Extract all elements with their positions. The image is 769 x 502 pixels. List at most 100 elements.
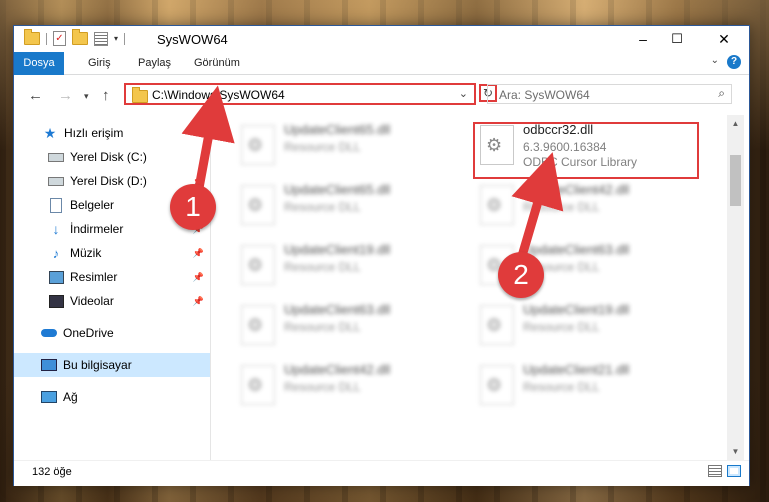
sidebar-item-videos[interactable]: Videolar 📌 [14,289,210,313]
sidebar-item-label: Bu bilgisayar [63,358,132,372]
large-icons-view-icon[interactable] [727,465,741,477]
sidebar-item-label: Yerel Disk (C:) [70,150,147,164]
file-type: Resource DLL [284,140,361,154]
tab-view[interactable]: Görünüm [194,52,240,74]
up-button[interactable]: ↑ [102,87,110,104]
expand-ribbon-chevron-icon[interactable]: ⌄ [711,55,719,66]
file-item[interactable]: UpdateClient21.dll Resource DLL [472,355,704,411]
file-item[interactable]: UpdateClient65.dll Resource DLL [233,175,465,231]
search-box[interactable]: ⌕ [487,84,732,104]
dll-file-icon [241,185,275,225]
file-item[interactable]: UpdateClient63.dll Resource DLL [233,295,465,351]
pin-icon[interactable]: 📌 [193,248,204,259]
customize-toolbar-chevron-icon[interactable]: ▾ [114,34,118,43]
search-icon[interactable]: ⌕ [718,86,725,101]
drive-icon [48,174,64,188]
dll-file-icon [480,365,514,405]
sidebar-item-label: Ağ [63,390,78,404]
item-count: 132 öğe [32,466,72,478]
video-icon [48,294,64,308]
address-dropdown-chevron-icon[interactable]: ⌄ [459,87,468,100]
address-bar[interactable]: C:\Windows\SysWOW64 ⌄ [124,83,476,105]
file-type: Resource DLL [523,200,600,214]
ribbon-tabs: Dosya Giriş Paylaş Görünüm ⌄ ? [14,52,749,108]
vertical-scrollbar[interactable]: ▲ ▼ [727,115,744,460]
help-icon[interactable]: ? [727,55,741,69]
sidebar-item-label: Hızlı erişim [64,126,124,140]
status-bar: 132 öğe [14,460,749,486]
sidebar-item-local-disk-c[interactable]: Yerel Disk (C:) [14,145,210,169]
file-item[interactable]: UpdateClient65.dll Resource DLL [233,115,465,171]
address-path[interactable]: C:\Windows\SysWOW64 [152,88,285,102]
sidebar-item-onedrive[interactable]: OneDrive [14,321,210,345]
file-name: UpdateClient19.dll [523,302,630,317]
file-name: UpdateClient65.dll [284,122,391,137]
sidebar-item-this-pc[interactable]: Bu bilgisayar [14,353,210,377]
step-two-badge: 2 [498,252,544,298]
sidebar-item-label: OneDrive [63,326,114,340]
new-folder-icon[interactable] [72,29,88,45]
file-name: UpdateClient21.dll [523,362,630,377]
sidebar-item-label: Belgeler [70,198,115,212]
folder-icon [24,29,40,45]
file-item[interactable]: UpdateClient19.dll Resource DLL [233,235,465,291]
pin-icon[interactable]: 📌 [193,272,204,283]
file-explorer-window: ✓ ▾ SysWOW64 – ☐ ✕ Dosya Giriş Paylaş Gö… [13,25,750,486]
scroll-up-arrow-icon[interactable]: ▲ [727,115,744,132]
navigation-pane: ★ Hızlı erişim Yerel Disk (C:) Yerel Dis… [14,115,210,460]
search-input[interactable] [497,86,701,104]
close-button[interactable]: ✕ [701,26,747,52]
computer-icon [41,358,57,372]
step-one-badge: 1 [170,184,216,230]
recent-locations-chevron-icon[interactable]: ▾ [84,91,89,102]
dll-file-icon [241,245,275,285]
dll-file-icon [480,185,514,225]
file-name: UpdateClient19.dll [284,242,391,257]
file-item[interactable]: UpdateClient42.dll Resource DLL [472,175,704,231]
music-icon: ♪ [52,245,60,261]
quick-access-toolbar: ✓ ▾ [24,29,126,46]
file-name: UpdateClient42.dll [284,362,391,377]
sidebar-item-label: Videolar [70,294,114,308]
target-file-highlight [473,122,699,179]
file-item[interactable]: UpdateClient42.dll Resource DLL [233,355,465,411]
sidebar-item-network[interactable]: Ağ [14,385,210,409]
scroll-down-arrow-icon[interactable]: ▼ [727,443,744,460]
download-icon: ↓ [52,221,60,237]
file-item[interactable]: UpdateClient19.dll Resource DLL [472,295,704,351]
forward-button[interactable]: → [58,87,73,104]
title-bar: ✓ ▾ SysWOW64 – ☐ ✕ [14,26,749,52]
dll-file-icon [241,305,275,345]
network-icon [41,390,57,404]
maximize-button[interactable]: ☐ [654,26,700,52]
scrollbar-thumb[interactable] [730,155,741,206]
pin-icon[interactable]: 📌 [193,296,204,307]
dll-file-icon [241,365,275,405]
file-type: Resource DLL [284,320,361,334]
drive-icon [48,150,64,164]
file-type: Resource DLL [523,320,600,334]
file-name: UpdateClient63.dll [284,302,391,317]
sidebar-item-quick-access[interactable]: ★ Hızlı erişim [14,121,210,145]
sidebar-item-pictures[interactable]: Resimler 📌 [14,265,210,289]
file-name: UpdateClient65.dll [284,182,391,197]
sidebar-item-label: İndirmeler [70,222,124,236]
navigation-bar: ← → ▾ ↑ C:\Windows\SysWOW64 ⌄ ↻ ⌕ [14,75,749,115]
tab-share[interactable]: Paylaş [138,52,171,74]
file-name: UpdateClient63.dll [523,242,630,257]
back-button[interactable]: ← [28,87,43,104]
sidebar-item-label: Yerel Disk (D:) [70,174,147,188]
properties-check-icon[interactable]: ✓ [53,31,66,46]
separator [46,32,47,45]
folder-icon [132,87,148,103]
window-title: SysWOW64 [157,32,228,47]
onedrive-icon [41,326,57,340]
sidebar-item-music[interactable]: ♪ Müzik 📌 [14,241,210,265]
separator [124,32,126,45]
details-view-icon[interactable] [708,465,722,477]
file-type: Resource DLL [284,260,361,274]
properties-icon[interactable] [94,31,108,46]
tab-home[interactable]: Giriş [88,52,111,74]
sidebar-item-label: Müzik [70,246,102,260]
file-type: Resource DLL [284,200,361,214]
